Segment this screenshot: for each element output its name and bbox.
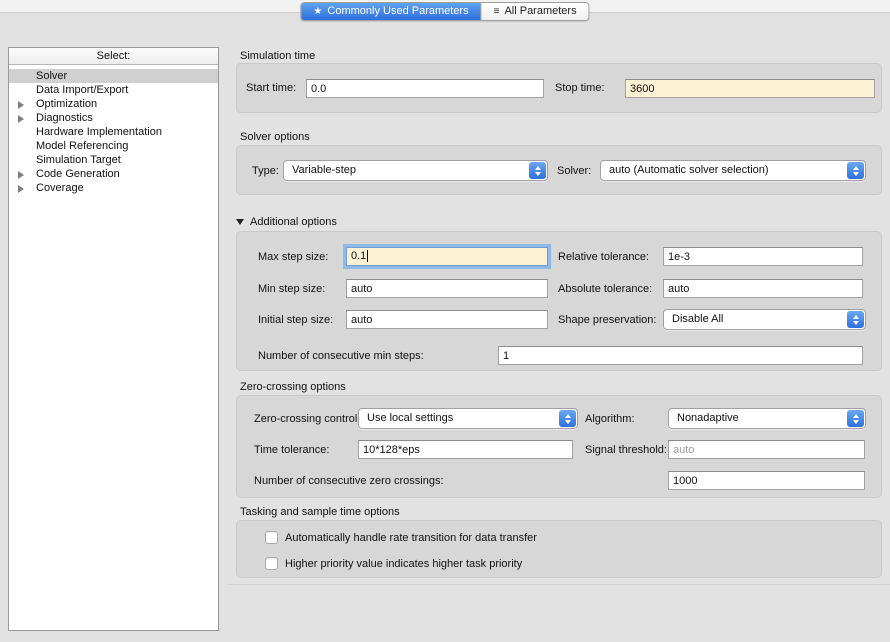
sidebar-item-label: Coverage: [36, 182, 84, 194]
rate-transition-checkbox[interactable]: [265, 531, 278, 544]
view-tabs: ★ Commonly Used Parameters ≡ All Paramet…: [300, 2, 589, 21]
dropdown-value: auto (Automatic solver selection): [609, 161, 865, 180]
zero-crossing-control-label: Zero-crossing control:: [254, 413, 360, 426]
zero-crossing-section-title: Zero-crossing options: [240, 381, 346, 394]
dropdown-value: Use local settings: [367, 409, 577, 428]
shape-preservation-label: Shape preservation:: [558, 314, 656, 327]
sidebar-item-simulation-target[interactable]: Simulation Target: [9, 153, 218, 167]
sidebar-item-label: Simulation Target: [36, 154, 121, 166]
select-header: Select:: [9, 48, 218, 65]
text-caret: [367, 250, 368, 262]
simulation-time-section-title: Simulation time: [240, 50, 315, 63]
chevron-up-icon: [565, 414, 571, 418]
star-icon: ★: [313, 3, 322, 20]
input-value: 0.1: [351, 250, 366, 262]
expand-arrow-icon[interactable]: [18, 115, 24, 123]
consecutive-zero-crossings-label: Number of consecutive zero crossings:: [254, 475, 444, 488]
dropdown-stepper-icon: [847, 162, 864, 179]
expand-arrow-icon[interactable]: [18, 185, 24, 193]
sidebar-item-code-generation[interactable]: Code Generation: [9, 167, 218, 181]
start-time-input[interactable]: [306, 79, 544, 98]
list-icon: ≡: [494, 3, 500, 20]
dropdown-stepper-icon: [847, 410, 864, 427]
chevron-down-icon: [565, 420, 571, 424]
solver-pane: Simulation time Start time: Stop time: S…: [228, 0, 890, 642]
algorithm-dropdown[interactable]: Nonadaptive: [668, 408, 866, 429]
sidebar-item-label: Code Generation: [36, 168, 120, 180]
expand-arrow-icon[interactable]: [18, 101, 24, 109]
chevron-up-icon: [853, 315, 859, 319]
signal-threshold-label: Signal threshold:: [585, 444, 667, 457]
min-step-size-label: Min step size:: [258, 283, 325, 296]
select-pane: Select: Solver Data Import/Export Optimi…: [8, 47, 219, 631]
dropdown-stepper-icon: [529, 162, 546, 179]
dropdown-value: Nonadaptive: [677, 409, 865, 428]
expand-arrow-icon[interactable]: [18, 171, 24, 179]
dropdown-value: Variable-step: [292, 161, 547, 180]
sidebar-item-data-import-export[interactable]: Data Import/Export: [9, 83, 218, 97]
max-step-size-input[interactable]: 0.1: [346, 247, 548, 266]
stop-time-input[interactable]: [625, 79, 875, 98]
tab-label: Commonly Used Parameters: [327, 3, 468, 20]
absolute-tolerance-input[interactable]: [663, 279, 863, 298]
chevron-down-icon: [535, 172, 541, 176]
tasking-section-title: Tasking and sample time options: [240, 506, 400, 519]
sidebar-item-coverage[interactable]: Coverage: [9, 181, 218, 195]
stop-time-label: Stop time:: [555, 82, 605, 95]
sidebar-item-diagnostics[interactable]: Diagnostics: [9, 111, 218, 125]
algorithm-label: Algorithm:: [585, 413, 635, 426]
sidebar-item-label: Model Referencing: [36, 140, 128, 152]
rate-transition-checkbox-label: Automatically handle rate transition for…: [285, 532, 537, 545]
initial-step-size-label: Initial step size:: [258, 314, 333, 327]
type-label: Type:: [252, 165, 279, 178]
chevron-up-icon: [535, 166, 541, 170]
chevron-down-icon: [853, 321, 859, 325]
panel-bottom-divider: [228, 584, 890, 585]
collapse-arrow-icon[interactable]: [236, 219, 244, 225]
category-tree: Solver Data Import/Export Optimization D…: [9, 65, 218, 195]
zero-crossing-control-dropdown[interactable]: Use local settings: [358, 408, 578, 429]
tab-label: All Parameters: [504, 3, 576, 20]
higher-priority-checkbox-label: Higher priority value indicates higher t…: [285, 558, 522, 571]
relative-tolerance-input[interactable]: [663, 247, 863, 266]
chevron-down-icon: [853, 172, 859, 176]
dropdown-stepper-icon: [847, 311, 864, 328]
min-step-size-input[interactable]: [346, 279, 548, 298]
start-time-label: Start time:: [246, 82, 296, 95]
tab-all-parameters[interactable]: ≡ All Parameters: [481, 3, 589, 20]
solver-type-dropdown[interactable]: Variable-step: [283, 160, 548, 181]
time-tolerance-label: Time tolerance:: [254, 444, 329, 457]
sidebar-item-label: Diagnostics: [36, 112, 93, 124]
time-tolerance-input[interactable]: [358, 440, 573, 459]
dropdown-stepper-icon: [559, 410, 576, 427]
relative-tolerance-label: Relative tolerance:: [558, 251, 649, 264]
sidebar-item-label: Data Import/Export: [36, 84, 128, 96]
solver-label: Solver:: [557, 165, 591, 178]
initial-step-size-input[interactable]: [346, 310, 548, 329]
chevron-up-icon: [853, 414, 859, 418]
consecutive-min-steps-label: Number of consecutive min steps:: [258, 350, 424, 363]
consecutive-min-steps-input[interactable]: [498, 346, 863, 365]
max-step-size-label: Max step size:: [258, 251, 328, 264]
dropdown-value: Disable All: [672, 310, 865, 329]
absolute-tolerance-label: Absolute tolerance:: [558, 283, 652, 296]
signal-threshold-input: [668, 440, 865, 459]
consecutive-zero-crossings-input[interactable]: [668, 471, 865, 490]
sidebar-item-label: Hardware Implementation: [36, 126, 162, 138]
sidebar-item-label: Solver: [36, 70, 67, 82]
sidebar-item-solver[interactable]: Solver: [9, 69, 218, 83]
sidebar-item-hardware-implementation[interactable]: Hardware Implementation: [9, 125, 218, 139]
tab-commonly-used-parameters[interactable]: ★ Commonly Used Parameters: [301, 3, 480, 20]
sidebar-item-optimization[interactable]: Optimization: [9, 97, 218, 111]
higher-priority-checkbox[interactable]: [265, 557, 278, 570]
sidebar-item-label: Optimization: [36, 98, 97, 110]
additional-options-section-title[interactable]: Additional options: [250, 216, 337, 229]
solver-options-section-title: Solver options: [240, 131, 310, 144]
chevron-up-icon: [853, 166, 859, 170]
shape-preservation-dropdown[interactable]: Disable All: [663, 309, 866, 330]
chevron-down-icon: [853, 420, 859, 424]
sidebar-item-model-referencing[interactable]: Model Referencing: [9, 139, 218, 153]
solver-dropdown[interactable]: auto (Automatic solver selection): [600, 160, 866, 181]
